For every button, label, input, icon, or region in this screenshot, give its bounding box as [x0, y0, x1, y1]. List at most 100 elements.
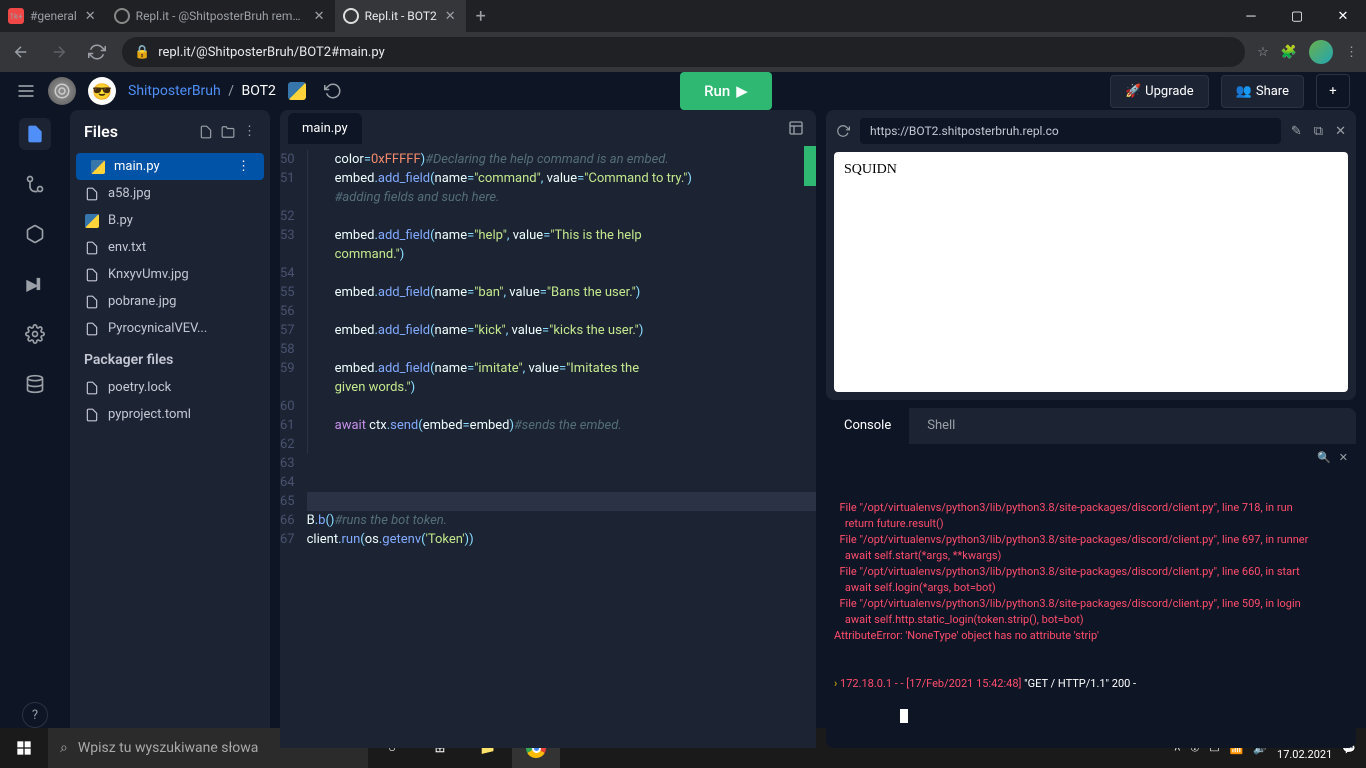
browser-toolbar: 🔒 repl.it/@ShitposterBruh/BOT2#main.py ☆…: [0, 32, 1366, 72]
replit-logo[interactable]: [48, 77, 76, 105]
open-external-icon[interactable]: ⧉: [1312, 122, 1325, 141]
menu-icon[interactable]: ⋮: [1345, 45, 1358, 60]
shell-tab[interactable]: Shell: [909, 408, 973, 444]
profile-avatar[interactable]: [1309, 40, 1333, 64]
file-name: a58.jpg: [108, 186, 151, 201]
new-tab-button[interactable]: +: [466, 6, 496, 27]
tab-title: Repl.it - @ShitposterBruh remove: [136, 9, 306, 23]
files-icon[interactable]: [19, 118, 51, 150]
back-button[interactable]: [8, 39, 34, 65]
file-name: KnxyvUmv.jpg: [108, 267, 189, 282]
new-file-icon[interactable]: [199, 125, 213, 139]
tab-title: #general: [30, 9, 77, 23]
packages-icon[interactable]: [19, 218, 51, 250]
file-item[interactable]: PyrocynicalVEV...: [70, 315, 270, 342]
share-icon: 👥: [1236, 84, 1252, 99]
browser-tab-active[interactable]: Repl.it - BOT2 ✕: [335, 0, 466, 32]
file-name: poetry.lock: [108, 380, 171, 395]
file-name: env.txt: [108, 240, 146, 255]
reload-icon[interactable]: [834, 122, 852, 140]
close-icon[interactable]: ✕: [83, 7, 98, 26]
close-button[interactable]: ✕: [1320, 0, 1366, 32]
app-header: 😎 ShitposterBruh / BOT2 Run ▶ 🚀Upgrade 👥…: [0, 72, 1366, 110]
minimap[interactable]: [804, 146, 816, 186]
browser-tab[interactable]: Repl.it - @ShitposterBruh remove ✕: [106, 0, 335, 32]
lock-icon: 🔒: [134, 45, 150, 60]
file-icon: [84, 241, 100, 255]
edit-icon[interactable]: ✎: [1289, 122, 1304, 141]
file-item[interactable]: a58.jpg: [70, 180, 270, 207]
start-button[interactable]: [0, 728, 48, 768]
close-icon[interactable]: ✕: [312, 7, 327, 26]
file-icon: [84, 408, 100, 422]
files-title: Files: [84, 122, 191, 141]
clear-icon[interactable]: ✕: [1339, 450, 1348, 466]
file-name: main.py: [114, 159, 160, 174]
history-icon[interactable]: [324, 82, 342, 100]
url-text: repl.it/@ShitposterBruh/BOT2#main.py: [158, 45, 385, 60]
file-icon: [84, 214, 100, 228]
browser-titlebar: 1k+ #general ✕ Repl.it - @ShitposterBruh…: [0, 0, 1366, 32]
files-panel: Files ⋮ main.py ⋮ a58.jpg B.py env.txt KnxyvU…: [70, 110, 270, 748]
close-icon[interactable]: ✕: [443, 7, 458, 26]
file-menu-icon[interactable]: ⋮: [237, 159, 250, 174]
browser-tab[interactable]: 1k+ #general ✕: [0, 0, 106, 32]
file-item[interactable]: pyproject.toml: [70, 401, 270, 428]
layout-icon[interactable]: [784, 116, 808, 140]
address-bar[interactable]: 🔒 repl.it/@ShitposterBruh/BOT2#main.py: [122, 37, 1245, 67]
share-button[interactable]: 👥Share: [1221, 75, 1304, 108]
file-item[interactable]: env.txt: [70, 234, 270, 261]
minimize-button[interactable]: ─: [1228, 0, 1274, 32]
file-icon: [84, 187, 100, 201]
preview-content: SQUIDN: [834, 152, 1348, 392]
hamburger-icon[interactable]: [16, 81, 36, 101]
settings-icon[interactable]: [19, 318, 51, 350]
help-icon[interactable]: ?: [22, 702, 48, 728]
debug-icon[interactable]: ▶▌: [19, 268, 51, 300]
console-panel: Console Shell 🔍 ✕ File "/opt/virtualenvs…: [826, 408, 1356, 748]
console-output[interactable]: 🔍 ✕ File "/opt/virtualenvs/python3/lib/p…: [826, 444, 1356, 748]
file-icon: [84, 322, 100, 336]
file-name: pobrane.jpg: [108, 294, 176, 309]
breadcrumb-project[interactable]: BOT2: [241, 83, 275, 99]
replit-icon: [343, 8, 359, 24]
search-icon: ⌕: [60, 740, 68, 756]
vcs-icon[interactable]: [19, 168, 51, 200]
file-name: B.py: [108, 213, 133, 228]
replit-icon: [114, 8, 130, 24]
rocket-icon: 🚀: [1125, 84, 1141, 99]
upgrade-button[interactable]: 🚀Upgrade: [1110, 75, 1209, 108]
extensions-icon[interactable]: 🧩: [1281, 45, 1297, 60]
packager-title: Packager files: [70, 342, 270, 374]
file-item[interactable]: main.py ⋮: [76, 153, 264, 180]
preview-url[interactable]: https://BOT2.shitposterbruh.repl.co: [860, 118, 1281, 144]
close-icon[interactable]: ✕: [1333, 122, 1348, 141]
file-icon: [84, 295, 100, 309]
file-item[interactable]: pobrane.jpg: [70, 288, 270, 315]
editor-tab[interactable]: main.py: [288, 113, 362, 144]
code-editor[interactable]: 505152535455565758596061626364656667 col…: [280, 146, 816, 748]
database-icon[interactable]: [19, 368, 51, 400]
search-icon[interactable]: 🔍: [1317, 450, 1331, 466]
user-avatar[interactable]: 😎: [88, 77, 116, 105]
breadcrumb-user[interactable]: ShitposterBruh: [128, 83, 221, 99]
forward-button[interactable]: [46, 39, 72, 65]
editor-panel: main.py 50515253545556575859606162636465…: [280, 110, 816, 748]
star-icon[interactable]: ☆: [1257, 45, 1269, 60]
file-item[interactable]: B.py: [70, 207, 270, 234]
replit-app: 😎 ShitposterBruh / BOT2 Run ▶ 🚀Upgrade 👥…: [0, 72, 1366, 728]
maximize-button[interactable]: ▢: [1274, 0, 1320, 32]
file-icon: [90, 160, 106, 174]
new-folder-icon[interactable]: [221, 125, 235, 139]
breadcrumb: ShitposterBruh / BOT2: [128, 83, 276, 99]
reload-button[interactable]: [84, 39, 110, 65]
run-button[interactable]: Run ▶: [680, 72, 772, 110]
tab-title: Repl.it - BOT2: [365, 9, 437, 23]
file-item[interactable]: poetry.lock: [70, 374, 270, 401]
console-tab[interactable]: Console: [826, 408, 909, 444]
file-icon: [84, 381, 100, 395]
add-button[interactable]: +: [1316, 74, 1350, 108]
file-item[interactable]: KnxyvUmv.jpg: [70, 261, 270, 288]
file-icon: [84, 268, 100, 282]
more-icon[interactable]: ⋮: [243, 124, 256, 139]
